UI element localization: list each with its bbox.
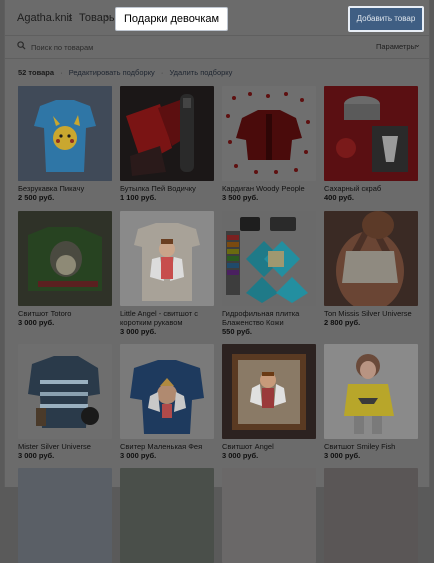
product-title[interactable]: Безрукавка Пикачу	[18, 184, 112, 193]
product-price: 3 500 руб.	[222, 193, 259, 202]
product-photo[interactable]	[120, 211, 214, 306]
product-card[interactable]: Топ Missis Silver Universe 2 800 руб.	[324, 211, 418, 327]
product-title[interactable]: Гидрофильная плитка Блаженство Кожи	[222, 309, 316, 327]
params-dropdown[interactable]: Параметры	[376, 42, 416, 51]
divider	[5, 58, 429, 59]
chevron-down-icon[interactable]: ⌄	[414, 40, 421, 49]
product-price: 1 100 руб.	[120, 193, 157, 202]
product-title[interactable]: Сахарный скраб	[324, 184, 418, 193]
product-photo[interactable]	[18, 344, 112, 439]
product-title[interactable]: Свитер Маленькая Фея	[120, 442, 214, 451]
product-price: 3 000 руб.	[324, 451, 361, 460]
product-card[interactable]: Свитшот Angel 3 000 руб.	[222, 344, 316, 460]
product-card[interactable]: Кардиган Woody People 3 500 руб.	[222, 86, 316, 202]
product-photo[interactable]	[120, 468, 214, 563]
product-photo[interactable]	[324, 468, 418, 563]
product-photo[interactable]	[324, 86, 418, 181]
product-price: 3 000 руб.	[120, 327, 157, 336]
product-photo[interactable]	[222, 468, 316, 563]
search-row: Параметры ⌄	[5, 36, 429, 58]
product-card[interactable]	[324, 468, 418, 563]
product-photo[interactable]	[222, 86, 316, 181]
chevron-right-icon: ›	[68, 10, 73, 25]
product-card[interactable]: Сахарный скраб 400 руб.	[324, 86, 418, 202]
header-bar: Agatha.knit › Товары › Подарки девочкам …	[5, 0, 429, 36]
product-photo[interactable]	[18, 211, 112, 306]
product-title[interactable]: Mister Silver Universe	[18, 442, 112, 451]
breadcrumb-current: Подарки девочкам	[115, 7, 229, 31]
product-card[interactable]: Mister Silver Universe 3 000 руб.	[18, 344, 112, 460]
product-card[interactable]	[222, 468, 316, 563]
product-card[interactable]	[18, 468, 112, 563]
edit-collection-link[interactable]: Редактировать подборку	[69, 68, 155, 77]
separator-dot: ·	[160, 68, 164, 77]
product-price: 3 000 руб.	[222, 451, 259, 460]
product-photo[interactable]	[222, 344, 316, 439]
add-product-button[interactable]: Добавить товар	[348, 6, 424, 32]
search-icon	[17, 41, 26, 50]
product-title[interactable]: Little Angel - свитшот с коротким рукаво…	[120, 309, 214, 327]
product-title[interactable]: Свитшот Totoro	[18, 309, 112, 318]
collection-meta: 52 товара · Редактировать подборку · Уда…	[18, 68, 232, 77]
product-photo[interactable]	[324, 344, 418, 439]
product-price: 550 руб.	[222, 327, 252, 336]
chevron-right-icon: ›	[105, 10, 110, 25]
search-input[interactable]	[31, 40, 281, 54]
product-photo[interactable]	[120, 86, 214, 181]
product-card[interactable]: Безрукавка Пикачу 2 500 руб.	[18, 86, 112, 202]
product-price: 3 000 руб.	[18, 451, 55, 460]
product-card[interactable]: Бутылка Пей Водичку 1 100 руб.	[120, 86, 214, 202]
product-card[interactable]: Гидрофильная плитка Блаженство Кожи 550 …	[222, 211, 316, 336]
product-count: 52 товара	[18, 68, 55, 77]
product-title[interactable]: Бутылка Пей Водичку	[120, 184, 214, 193]
product-photo[interactable]	[18, 86, 112, 181]
product-photo[interactable]	[324, 211, 418, 306]
product-card[interactable]	[120, 468, 214, 563]
delete-collection-link[interactable]: Удалить подборку	[170, 68, 233, 77]
product-title[interactable]: Кардиган Woody People	[222, 184, 316, 193]
product-price: 400 руб.	[324, 193, 354, 202]
breadcrumb-products[interactable]: Товары	[79, 12, 117, 24]
product-photo[interactable]	[18, 468, 112, 563]
product-title[interactable]: Свитшот Angel	[222, 442, 316, 451]
product-photo[interactable]	[222, 211, 316, 306]
product-price: 2 500 руб.	[18, 193, 55, 202]
breadcrumb-shop[interactable]: Agatha.knit	[17, 12, 72, 24]
product-title[interactable]: Топ Missis Silver Universe	[324, 309, 418, 318]
catalog-panel: Agatha.knit › Товары › Подарки девочкам …	[4, 0, 430, 563]
product-price: 2 800 руб.	[324, 318, 361, 327]
product-card[interactable]: Свитшот Totoro 3 000 руб.	[18, 211, 112, 327]
product-card[interactable]: Little Angel - свитшот с коротким рукаво…	[120, 211, 214, 336]
product-photo[interactable]	[120, 344, 214, 439]
product-price: 3 000 руб.	[120, 451, 157, 460]
product-title[interactable]: Свитшот Smiley Fish	[324, 442, 418, 451]
product-card[interactable]: Свитер Маленькая Фея 3 000 руб.	[120, 344, 214, 460]
product-price: 3 000 руб.	[18, 318, 55, 327]
product-card[interactable]: Свитшот Smiley Fish 3 000 руб.	[324, 344, 418, 460]
separator-dot: ·	[60, 68, 63, 77]
